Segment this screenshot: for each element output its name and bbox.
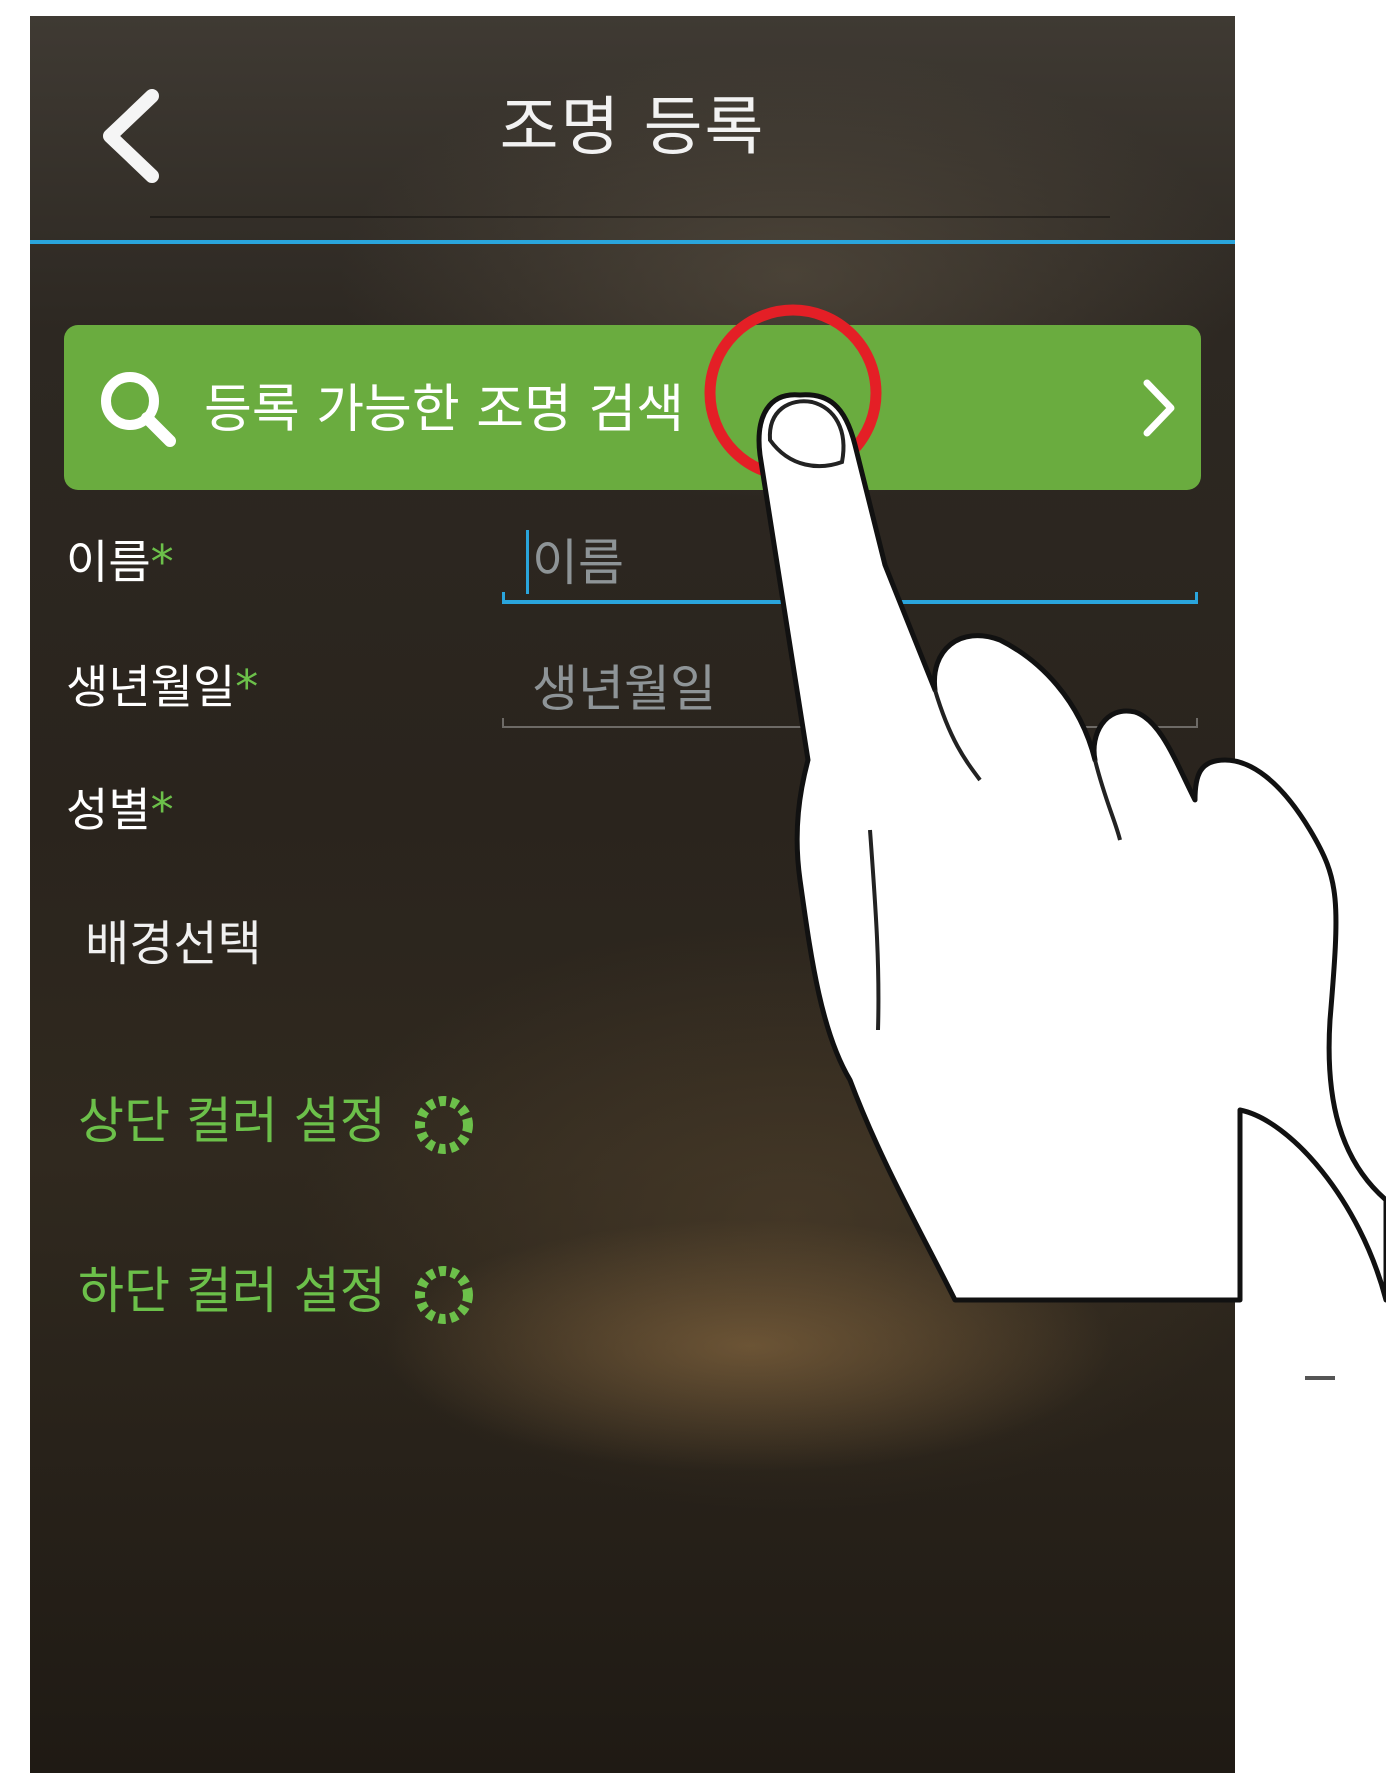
app-screen: 조명 등록 등록 가능한 조명 검색 이름* 생년월일* 성별* 배경선택 상단… [30, 16, 1235, 1773]
header-bar: 조명 등록 [30, 16, 1235, 244]
header-divider-shadow [150, 216, 1110, 218]
gender-label: 성별* [66, 774, 174, 840]
birthdate-field-container [502, 652, 1198, 728]
field-tick-left [502, 592, 505, 604]
color-ring-icon [414, 1265, 473, 1324]
top-color-label: 상단 컬러 설정 [78, 1092, 386, 1150]
color-ring-icon [414, 1095, 473, 1154]
bottom-color-setting[interactable]: 하단 컬러 설정 [78, 1251, 478, 1329]
page-title: 조명 등록 [499, 91, 766, 165]
birthdate-label-text: 생년월일 [66, 660, 236, 714]
required-mark: * [235, 660, 259, 714]
required-mark: * [150, 783, 174, 837]
search-lighting-button[interactable]: 등록 가능한 조명 검색 [64, 325, 1201, 490]
field-tick-right [1195, 592, 1198, 604]
field-tick-right [1196, 718, 1198, 728]
name-label: 이름* [66, 526, 174, 592]
chevron-right-icon [1143, 379, 1175, 437]
birthdate-label: 생년월일* [66, 651, 258, 717]
search-icon [101, 372, 176, 447]
birthdate-input[interactable] [502, 652, 1198, 726]
name-input[interactable] [502, 526, 1198, 600]
search-button-label: 등록 가능한 조명 검색 [204, 380, 685, 440]
top-color-setting[interactable]: 상단 컬러 설정 [78, 1081, 478, 1159]
background-select-label: 배경선택 [85, 916, 262, 972]
field-tick-left [502, 718, 504, 728]
gender-label-text: 성별 [66, 783, 151, 837]
header-divider [30, 240, 1235, 244]
name-field-container [502, 526, 1198, 604]
name-label-text: 이름 [66, 535, 151, 589]
bottom-color-label: 하단 컬러 설정 [78, 1262, 386, 1320]
text-cursor [526, 530, 529, 594]
required-mark: * [150, 535, 174, 589]
